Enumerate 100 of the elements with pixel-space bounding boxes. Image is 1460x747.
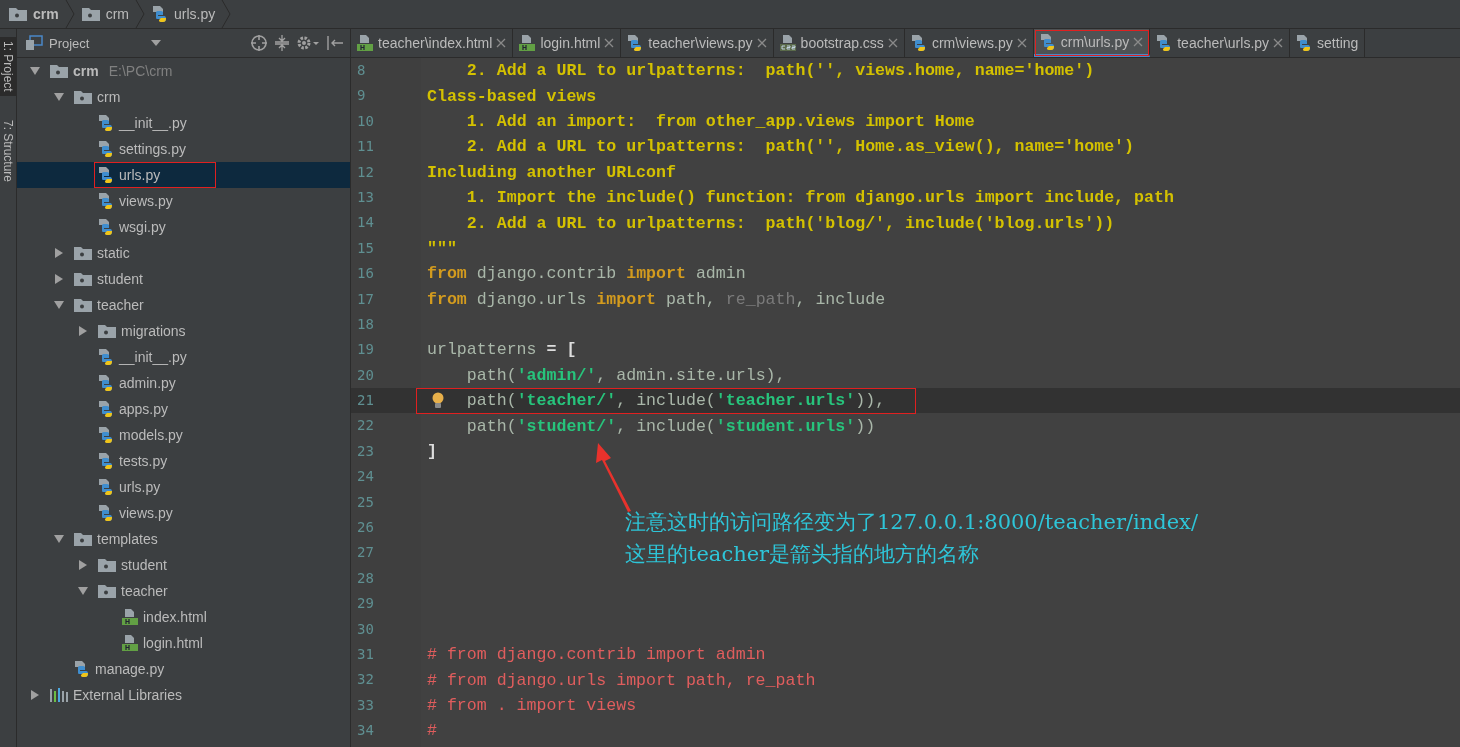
- tree-item-label: student: [121, 557, 167, 573]
- tree-row[interactable]: student: [17, 266, 350, 292]
- expanded-arrow-icon[interactable]: [29, 65, 41, 77]
- line-number: 22: [356, 416, 375, 436]
- code-line: # from django.contrib import admin: [427, 645, 766, 665]
- code-line: # from . import views: [427, 695, 637, 715]
- breadcrumb-item[interactable]: crm: [2, 6, 65, 22]
- tree-row[interactable]: tests.py: [17, 448, 350, 474]
- tree-row[interactable]: student: [17, 552, 350, 578]
- code-line: path('student/', include('student.urls')): [466, 416, 876, 436]
- tree-row[interactable]: teacher: [17, 578, 350, 604]
- collapsed-arrow-icon[interactable]: [53, 247, 65, 259]
- close-icon[interactable]: [1016, 38, 1027, 48]
- tree-item-label: index.html: [143, 609, 207, 625]
- close-icon[interactable]: [756, 38, 767, 48]
- tree-row[interactable]: models.py: [17, 422, 350, 448]
- tree-row[interactable]: templates: [17, 526, 350, 552]
- line-number: 29: [356, 594, 375, 614]
- breadcrumb-item[interactable]: crm: [74, 6, 135, 22]
- python-file-icon: [97, 504, 115, 522]
- dropdown-caret-icon[interactable]: [151, 40, 162, 46]
- folder-icon: [73, 297, 93, 313]
- expanded-arrow-icon[interactable]: [77, 585, 89, 597]
- line-number: 23: [356, 441, 375, 461]
- tree-row[interactable]: migrations: [17, 318, 350, 344]
- tree-item-label: manage.py: [95, 661, 165, 677]
- editor-tab[interactable]: crm\urls.py: [1033, 29, 1151, 57]
- collapsed-arrow-icon[interactable]: [53, 273, 65, 285]
- tree-item-label: login.html: [143, 635, 203, 651]
- annotation-text: 注意这时的访问路径变为了127.0.0.1:8000/teacher/index/: [625, 509, 1199, 536]
- tree-row[interactable]: teacher: [17, 292, 350, 318]
- code-line: 2. Add a URL to urlpatterns: path('blog/', include('blog.urls')): [466, 213, 1115, 233]
- close-icon[interactable]: [1273, 38, 1284, 48]
- expanded-arrow-icon[interactable]: [53, 533, 65, 545]
- collapsed-arrow-icon[interactable]: [77, 559, 89, 571]
- tree-row[interactable]: __init__.py: [17, 344, 350, 370]
- tree-row[interactable]: apps.py: [17, 396, 350, 422]
- folder-icon: [49, 63, 69, 79]
- tree-row[interactable]: views.py: [17, 188, 350, 214]
- tree-item-label: settings.py: [119, 141, 186, 157]
- html-file-icon: [518, 34, 537, 52]
- line-number: 12: [356, 162, 375, 182]
- tree-row[interactable]: views.py: [17, 500, 350, 526]
- python-file-icon: [151, 5, 169, 23]
- tree-row[interactable]: static: [17, 240, 350, 266]
- panel-title: Project: [49, 35, 90, 51]
- close-icon[interactable]: [604, 38, 615, 48]
- collapsed-arrow-icon[interactable]: [29, 689, 41, 701]
- tree-item-label: migrations: [121, 323, 186, 339]
- collapsed-arrow-icon[interactable]: [77, 325, 89, 337]
- tree-row[interactable]: __init__.py: [17, 110, 350, 136]
- locate-icon[interactable]: [250, 34, 268, 52]
- tree-item-label: apps.py: [119, 401, 169, 417]
- code-line: Class-based views: [427, 86, 597, 106]
- line-number: 26: [356, 518, 375, 538]
- tree-row[interactable]: crm: [17, 84, 350, 110]
- code-line: 1. Add an import: from other_app.views import Home: [466, 111, 975, 131]
- close-icon[interactable]: [887, 38, 898, 48]
- tree-item-label: __init__.py: [119, 115, 187, 131]
- settings-icon[interactable]: [296, 35, 320, 51]
- tree-row[interactable]: login.html: [17, 630, 350, 656]
- hide-panel-icon[interactable]: [326, 35, 344, 51]
- tree-item-label: teacher: [97, 297, 144, 313]
- collapse-all-icon[interactable]: [274, 34, 290, 52]
- code-line: # from django.urls import path, re_path: [427, 670, 816, 690]
- code-line: """: [427, 238, 457, 258]
- tree-row[interactable]: index.html: [17, 604, 350, 630]
- folder-icon: [73, 245, 93, 261]
- code-line: from django.contrib import admin: [427, 264, 746, 284]
- tree-row[interactable]: urls.py: [17, 162, 350, 188]
- tree-row[interactable]: settings.py: [17, 136, 350, 162]
- expanded-arrow-icon[interactable]: [53, 299, 65, 311]
- close-icon[interactable]: [1133, 36, 1144, 47]
- expanded-arrow-icon[interactable]: [53, 91, 65, 103]
- breadcrumb-item[interactable]: urls.py: [145, 5, 222, 23]
- tree-row[interactable]: crm E:\PC\crm: [17, 58, 350, 84]
- code-line: Including another URLconf: [427, 162, 676, 182]
- python-file-icon: [97, 114, 115, 132]
- tree-row[interactable]: wsgi.py: [17, 214, 350, 240]
- line-number: 10: [356, 111, 375, 131]
- folder-icon: [73, 89, 93, 105]
- tree-item-label: student: [97, 271, 143, 287]
- python-file-icon: [97, 166, 115, 184]
- project-path: E:\PC\crm: [108, 63, 173, 79]
- lightbulb-icon[interactable]: [431, 391, 445, 410]
- tree-row[interactable]: manage.py: [17, 656, 350, 682]
- tree-row[interactable]: admin.py: [17, 370, 350, 396]
- tree-item-label: crm: [97, 89, 121, 105]
- tree-item-label: __init__.py: [119, 349, 187, 365]
- tool-window-tab[interactable]: 1: Project: [0, 37, 16, 96]
- close-icon[interactable]: [496, 38, 507, 48]
- line-number: 24: [356, 467, 375, 487]
- code-line: 1. Import the include() function: from django.urls import include, path: [466, 188, 1174, 208]
- line-number: 9: [356, 86, 367, 106]
- tree-row[interactable]: urls.py: [17, 474, 350, 500]
- annotation-text: 这里的teacher是箭头指的地方的名称: [625, 541, 981, 568]
- folder-icon: [73, 531, 93, 547]
- tree-row[interactable]: External Libraries: [17, 682, 350, 708]
- libraries-icon: [49, 687, 69, 703]
- tool-window-tab[interactable]: 7: Structure: [0, 115, 16, 186]
